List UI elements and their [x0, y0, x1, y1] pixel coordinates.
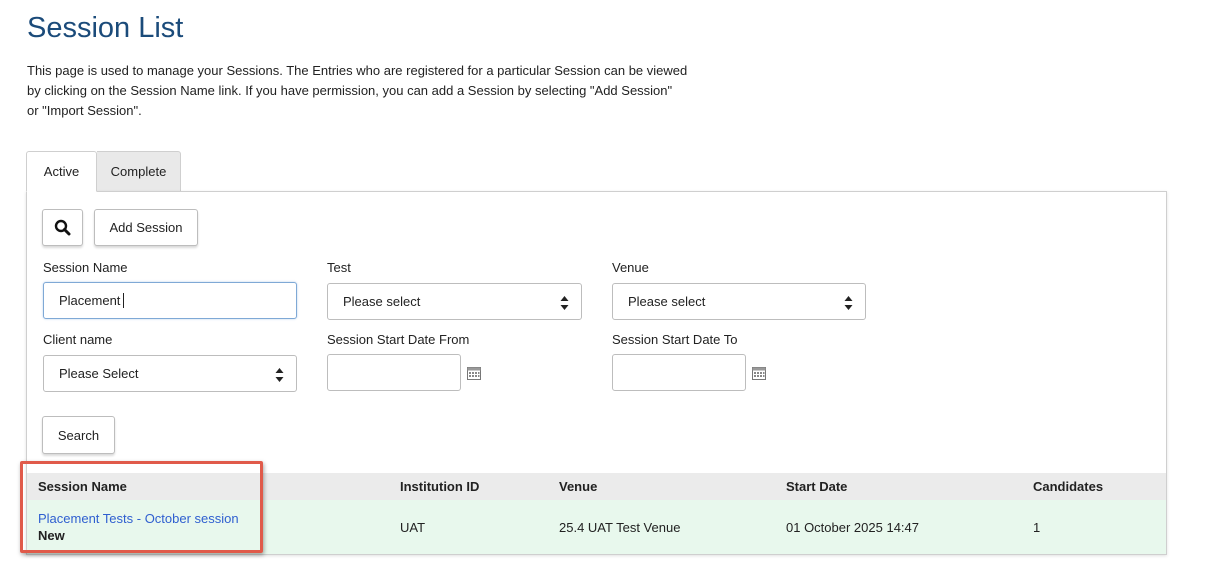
tab-complete[interactable]: Complete — [97, 151, 181, 192]
venue-select[interactable]: Please select — [612, 283, 866, 320]
select-arrows-icon — [275, 368, 284, 382]
column-header-candidates[interactable]: Candidates — [1033, 479, 1103, 494]
column-header-institution-id[interactable]: Institution ID — [400, 479, 479, 494]
table-header: Session Name Institution ID Venue Start … — [27, 473, 1166, 500]
start-date-cell: 01 October 2025 14:47 — [786, 520, 919, 535]
session-tabs: Active Complete — [26, 151, 181, 192]
select-arrows-icon — [560, 296, 569, 310]
session-name-input[interactable]: Placement — [43, 282, 297, 319]
institution-id-cell: UAT — [400, 520, 426, 535]
table-row: Placement Tests - October session New UA… — [27, 500, 1166, 554]
column-header-start-date[interactable]: Start Date — [786, 479, 847, 494]
column-header-venue[interactable]: Venue — [559, 479, 597, 494]
client-name-label: Client name — [43, 332, 113, 347]
column-header-session-name[interactable]: Session Name — [38, 479, 127, 494]
toggle-search-button[interactable] — [42, 209, 83, 246]
session-status: New — [38, 528, 65, 543]
add-session-button[interactable]: Add Session — [94, 209, 198, 246]
start-date-to-label: Session Start Date To — [612, 332, 738, 347]
page-description: This page is used to manage your Session… — [27, 63, 688, 118]
venue-cell: 25.4 UAT Test Venue — [559, 520, 681, 535]
session-name-label: Session Name — [43, 260, 128, 275]
client-name-select[interactable]: Please Select — [43, 355, 297, 392]
tab-active[interactable]: Active — [26, 151, 97, 192]
page-title: Session List — [27, 12, 184, 44]
search-button[interactable]: Search — [42, 416, 115, 454]
start-date-to-input[interactable] — [612, 354, 746, 391]
calendar-icon[interactable] — [467, 367, 481, 380]
start-date-from-label: Session Start Date From — [327, 332, 470, 347]
search-icon — [54, 219, 71, 236]
venue-label: Venue — [612, 260, 649, 275]
select-arrows-icon — [844, 296, 853, 310]
calendar-icon[interactable] — [752, 367, 766, 380]
start-date-from-input[interactable] — [327, 354, 461, 391]
candidates-cell: 1 — [1033, 520, 1041, 535]
test-select[interactable]: Please select — [327, 283, 582, 320]
text-caret — [123, 293, 125, 308]
test-label: Test — [327, 260, 351, 275]
session-name-link[interactable]: Placement Tests - October session — [38, 511, 239, 526]
